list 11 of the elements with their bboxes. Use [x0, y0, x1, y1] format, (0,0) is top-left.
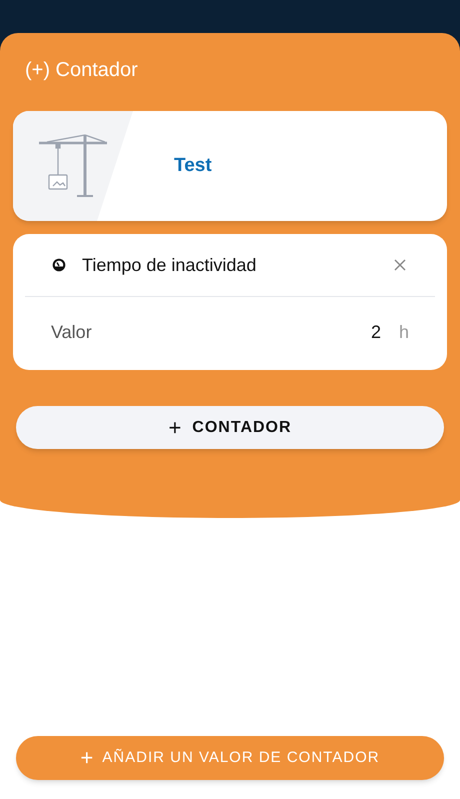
- close-button[interactable]: [392, 257, 408, 273]
- value-label: Valor: [51, 320, 93, 344]
- sheet-title: (+) Contador: [24, 58, 139, 83]
- value-field[interactable]: 2: [370, 318, 381, 346]
- asset-name: Test: [174, 154, 212, 178]
- gauge-icon: [52, 258, 66, 272]
- add-counter-button[interactable]: + CONTADOR: [16, 406, 444, 449]
- asset-card[interactable]: Test: [13, 111, 447, 221]
- unit-label: h: [398, 320, 409, 344]
- crane-icon: [37, 133, 109, 199]
- counter-name: Tiempo de inactividad: [82, 254, 258, 277]
